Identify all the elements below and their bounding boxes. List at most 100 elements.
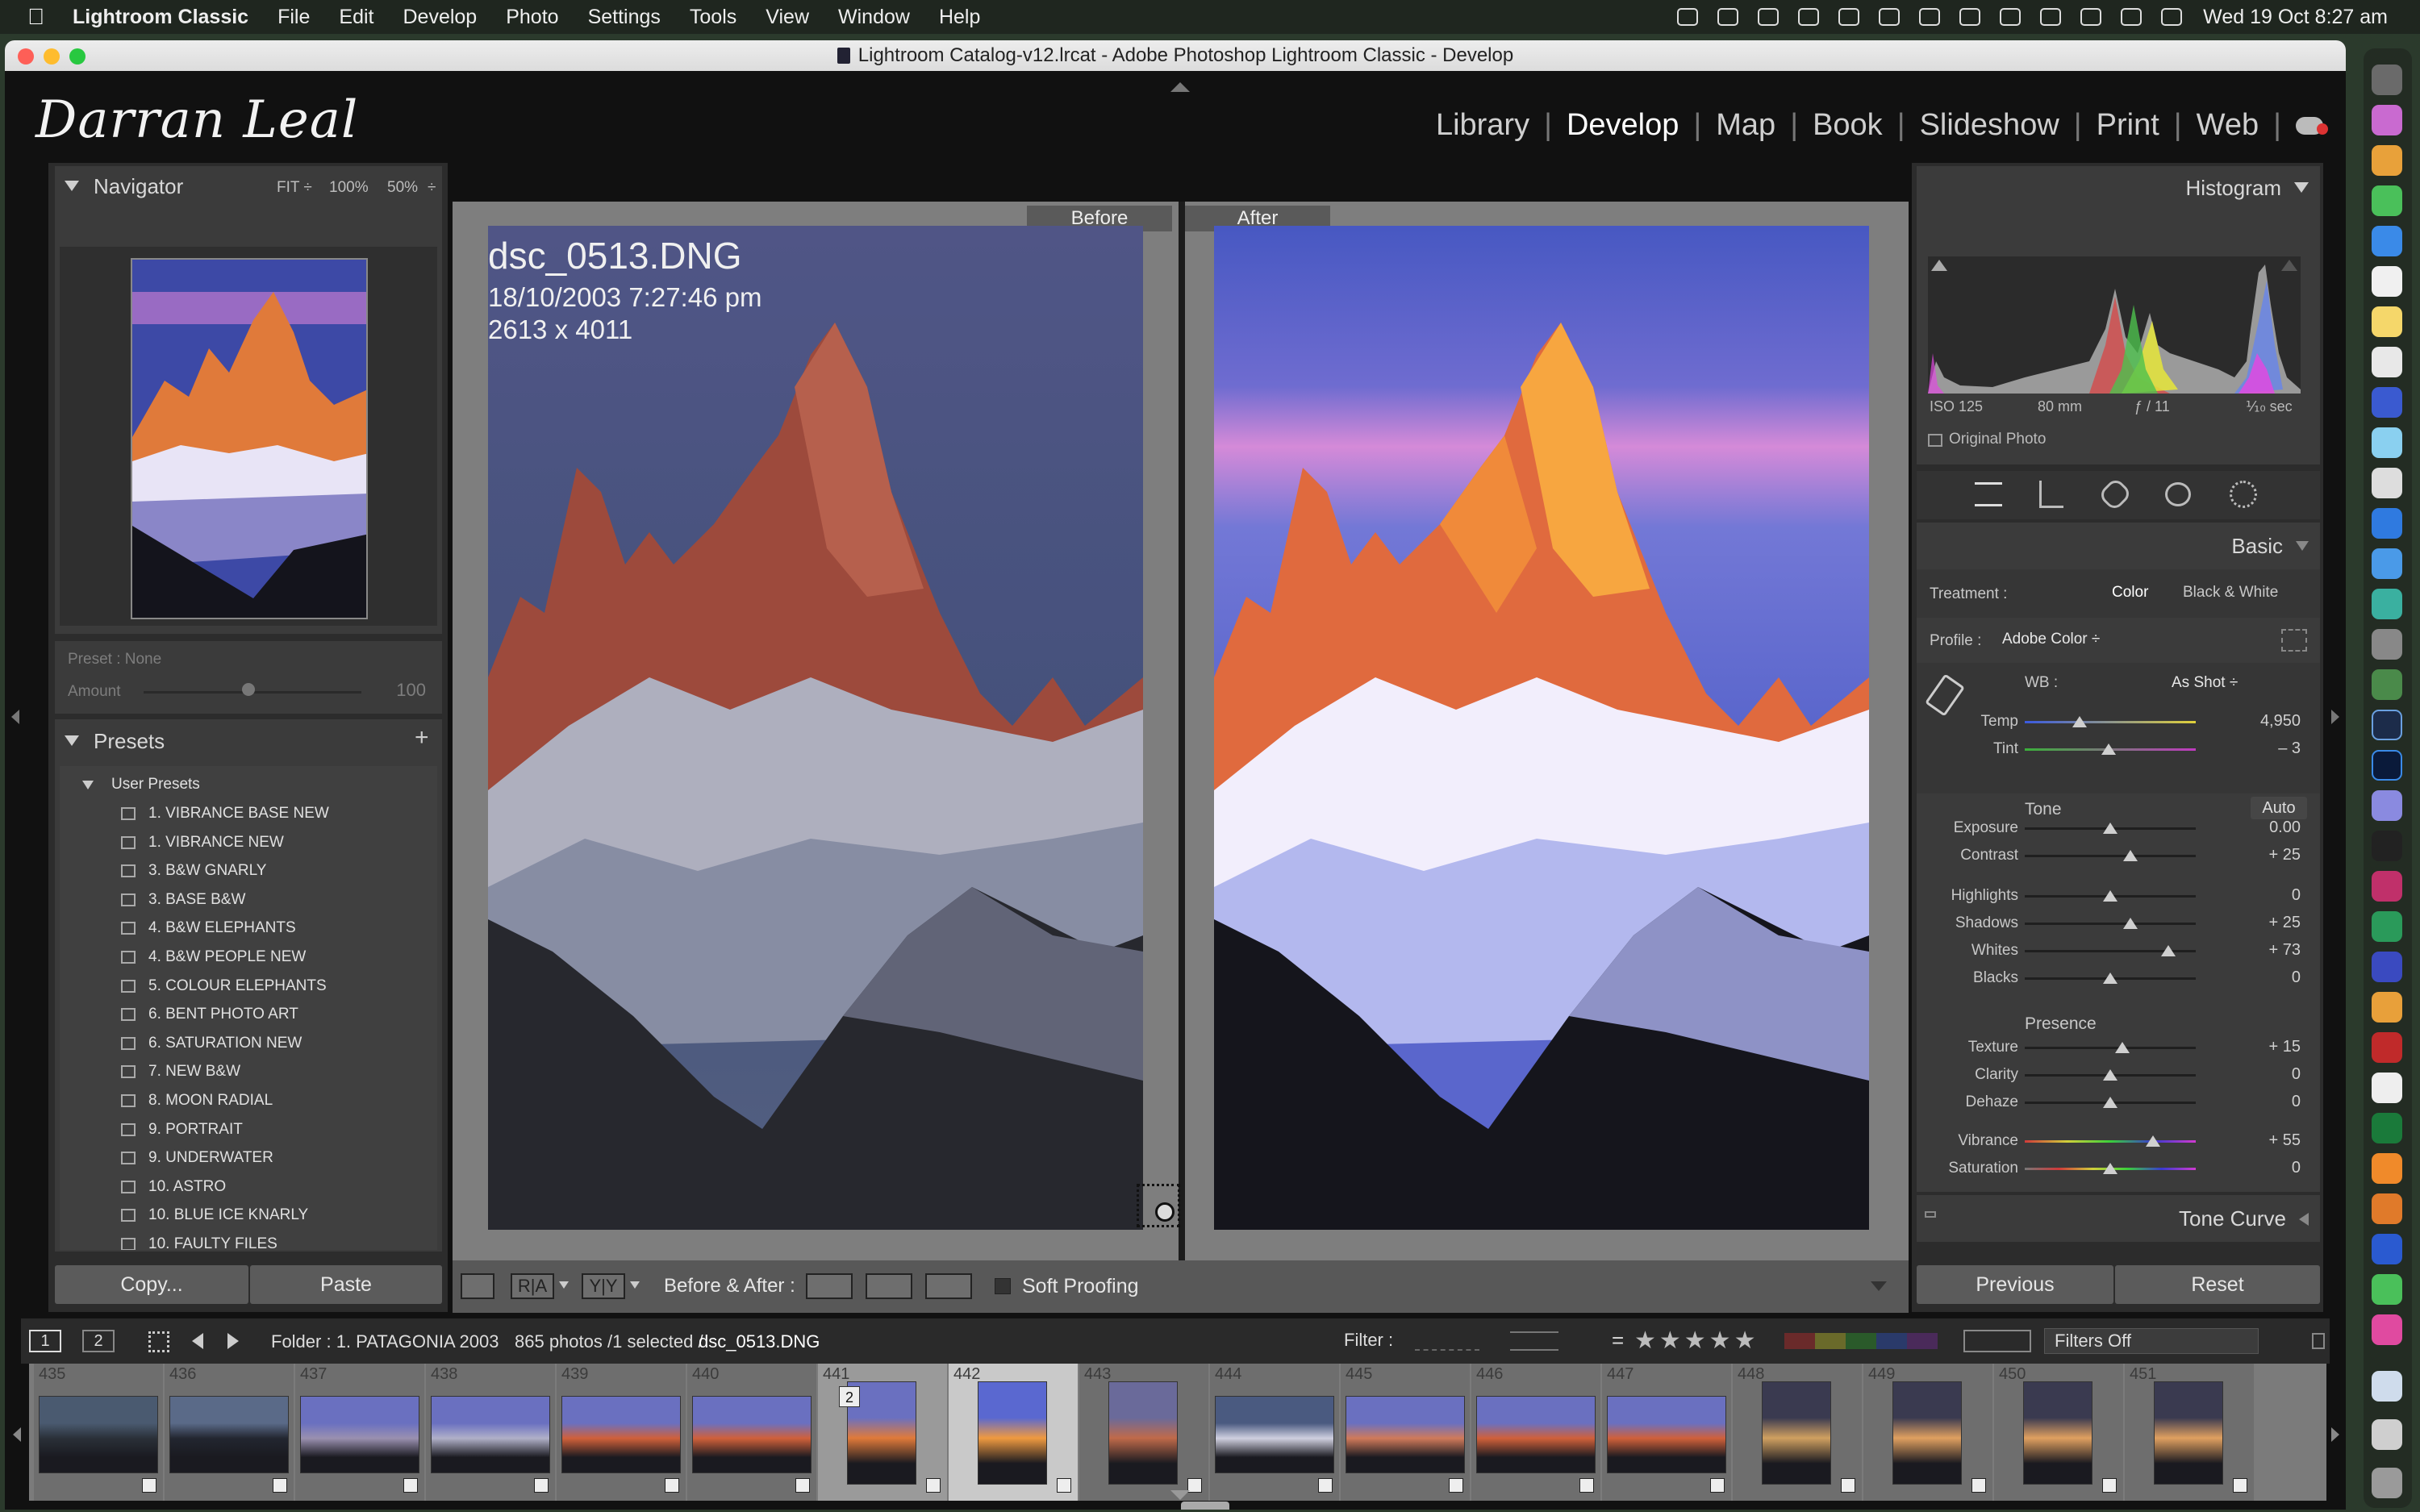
chrome-dock-icon[interactable] xyxy=(2372,669,2402,700)
close-window-button[interactable] xyxy=(18,48,34,65)
excel-dock-icon[interactable] xyxy=(2372,1113,2402,1143)
spotify-dock-icon[interactable] xyxy=(2372,911,2402,942)
slider-value-contrast[interactable]: + 25 xyxy=(2228,846,2301,864)
star-rating-filter-icon[interactable]: ★★★★★ xyxy=(1634,1327,1759,1355)
reset-button[interactable]: Reset xyxy=(2115,1265,2320,1304)
preview-dock-icon[interactable] xyxy=(2372,427,2402,458)
slider-value-whites[interactable]: + 73 xyxy=(2228,941,2301,960)
slider-value-dehaze[interactable]: 0 xyxy=(2228,1093,2301,1111)
slider-value-clarity[interactable]: 0 xyxy=(2228,1065,2301,1084)
preset-item[interactable]: 8. MOON RADIAL xyxy=(148,1092,273,1110)
volume-icon[interactable] xyxy=(1798,8,1820,26)
spotlight-icon[interactable] xyxy=(2080,8,2102,26)
filmstrip-thumbnail[interactable] xyxy=(2154,1381,2223,1485)
preset-item[interactable]: 3. BASE B&W xyxy=(148,891,245,909)
user-presets-group[interactable]: User Presets xyxy=(111,776,200,793)
filmstrip-thumbnail[interactable] xyxy=(1762,1381,1831,1485)
preset-item[interactable]: 10. FAULTY FILES xyxy=(148,1235,277,1250)
menu-tools[interactable]: Tools xyxy=(690,6,736,29)
cloud-sync-icon[interactable] xyxy=(2296,116,2328,135)
folder-source-label[interactable]: Folder : 1. PATAGONIA 2003 xyxy=(271,1331,499,1352)
filmstrip-cell[interactable]: 441 2 xyxy=(818,1364,947,1501)
filter-preset-icons[interactable] xyxy=(1963,1330,2031,1352)
indesign-dock-icon[interactable] xyxy=(2372,871,2402,902)
navigator-header[interactable]: Navigator xyxy=(65,174,183,199)
slider-thumb-texture[interactable] xyxy=(2114,1042,2130,1053)
nav-zoom-100[interactable]: 100% xyxy=(329,179,369,197)
whatsapp-dock-icon[interactable] xyxy=(2372,1274,2402,1305)
split-mode-dropdown-icon[interactable] xyxy=(630,1281,640,1289)
filmstrip-thumbnail[interactable] xyxy=(692,1396,812,1473)
preset-item[interactable]: 10. ASTRO xyxy=(148,1178,226,1196)
group-expand-icon[interactable] xyxy=(82,781,94,789)
top-panel-toggle-icon[interactable] xyxy=(1170,82,1190,92)
filmstrip-cell[interactable]: 448 xyxy=(1733,1364,1862,1501)
swap-before-after-icon[interactable] xyxy=(925,1273,972,1299)
filmstrip-cell[interactable]: 447 xyxy=(1602,1364,1731,1501)
zoom-loupe-icon[interactable] xyxy=(1137,1184,1180,1227)
appstore-dock-icon[interactable] xyxy=(2372,387,2402,418)
original-photo-checkbox[interactable] xyxy=(1928,434,1942,447)
tone-curve-header[interactable]: Tone Curve xyxy=(2179,1206,2309,1231)
slider-value-blacks[interactable]: 0 xyxy=(2228,968,2301,987)
preset-item[interactable]: 7. NEW B&W xyxy=(148,1063,240,1081)
filmstrip-cell[interactable]: 439 xyxy=(557,1364,686,1501)
textedit-dock-icon[interactable] xyxy=(2372,468,2402,498)
filmstrip-cell[interactable]: 435 xyxy=(34,1364,163,1501)
filmstrip-thumbnail[interactable] xyxy=(561,1396,681,1473)
menu-settings[interactable]: Settings xyxy=(588,6,661,29)
panel-toggle-switch[interactable] xyxy=(1925,1211,1936,1218)
settings-dock-icon[interactable] xyxy=(2372,629,2402,660)
slider-value-texture[interactable]: + 15 xyxy=(2228,1038,2301,1056)
toolbar-options-icon[interactable] xyxy=(1871,1281,1887,1291)
slider-thumb-saturation[interactable] xyxy=(2103,1163,2118,1174)
grid-view-icon[interactable] xyxy=(148,1331,169,1352)
creative-cloud-icon[interactable] xyxy=(1677,8,1699,26)
filmstrip-cell[interactable]: 440 xyxy=(687,1364,816,1501)
time-machine-icon[interactable] xyxy=(2040,8,2062,26)
menu-file[interactable]: File xyxy=(277,6,310,29)
notes-dock-icon[interactable] xyxy=(2372,306,2402,337)
siri-icon[interactable] xyxy=(2161,8,2183,26)
menu-window[interactable]: Window xyxy=(838,6,910,29)
filmstrip-cell[interactable]: 444 xyxy=(1210,1364,1339,1501)
histogram-graph[interactable] xyxy=(1928,256,2301,394)
preset-item[interactable]: 5. COLOUR ELEPHANTS xyxy=(148,977,327,995)
preset-item[interactable]: 4. B&W PEOPLE NEW xyxy=(148,948,306,966)
calendar-dock-icon[interactable] xyxy=(2372,266,2402,297)
slider-thumb-clarity[interactable] xyxy=(2103,1069,2118,1081)
filmstrip-cell[interactable]: 446 xyxy=(1471,1364,1600,1501)
profile-browser-icon[interactable] xyxy=(2281,629,2307,652)
pages-dock-icon[interactable] xyxy=(2372,992,2402,1023)
photos-dock-icon[interactable] xyxy=(2372,145,2402,176)
nav-zoom-50[interactable]: 50% xyxy=(387,179,418,197)
filmstrip-cell[interactable]: 450 xyxy=(1994,1364,2123,1501)
split-divider[interactable] xyxy=(1179,202,1185,1262)
stack-badge[interactable]: 2 xyxy=(839,1386,860,1407)
dropbox-dock-icon[interactable] xyxy=(2372,1234,2402,1264)
menu-app-name[interactable]: Lightroom Classic xyxy=(73,6,248,29)
before-after-tb-icon[interactable]: Y|Y xyxy=(582,1273,625,1299)
filmstrip-cell[interactable]: 443 xyxy=(1079,1364,1208,1501)
amount-slider-thumb[interactable] xyxy=(242,683,255,696)
slider-track-texture[interactable] xyxy=(2025,1047,2196,1049)
slider-thumb-tint[interactable] xyxy=(2101,744,2116,755)
rating-operator[interactable]: = xyxy=(1612,1328,1624,1353)
slider-track-vibrance[interactable] xyxy=(2025,1140,2196,1143)
filmstrip-thumbnail[interactable] xyxy=(1346,1396,1465,1473)
filmstrip-cell[interactable]: 449 xyxy=(1863,1364,1992,1501)
filmstrip-cell[interactable]: 436 xyxy=(165,1364,294,1501)
view-mode-dropdown-icon[interactable] xyxy=(559,1281,569,1289)
script-editor-dock-icon[interactable] xyxy=(2372,1073,2402,1103)
profile-select[interactable]: Adobe Color ÷ xyxy=(2002,631,2100,648)
screen-mirroring-icon[interactable] xyxy=(1717,8,1739,26)
preset-item[interactable]: 3. B&W GNARLY xyxy=(148,862,266,880)
right-panel-toggle-icon[interactable] xyxy=(2331,710,2339,724)
shadow-clipping-icon[interactable] xyxy=(1931,260,1947,271)
preset-item[interactable]: 9. UNDERWATER xyxy=(148,1149,273,1167)
media-encoder-dock-icon[interactable] xyxy=(2372,831,2402,861)
eject-icon[interactable] xyxy=(2000,8,2022,26)
loupe-view-icon[interactable] xyxy=(461,1273,494,1299)
menu-view[interactable]: View xyxy=(766,6,809,29)
launchpad-dock-icon[interactable] xyxy=(2372,105,2402,135)
